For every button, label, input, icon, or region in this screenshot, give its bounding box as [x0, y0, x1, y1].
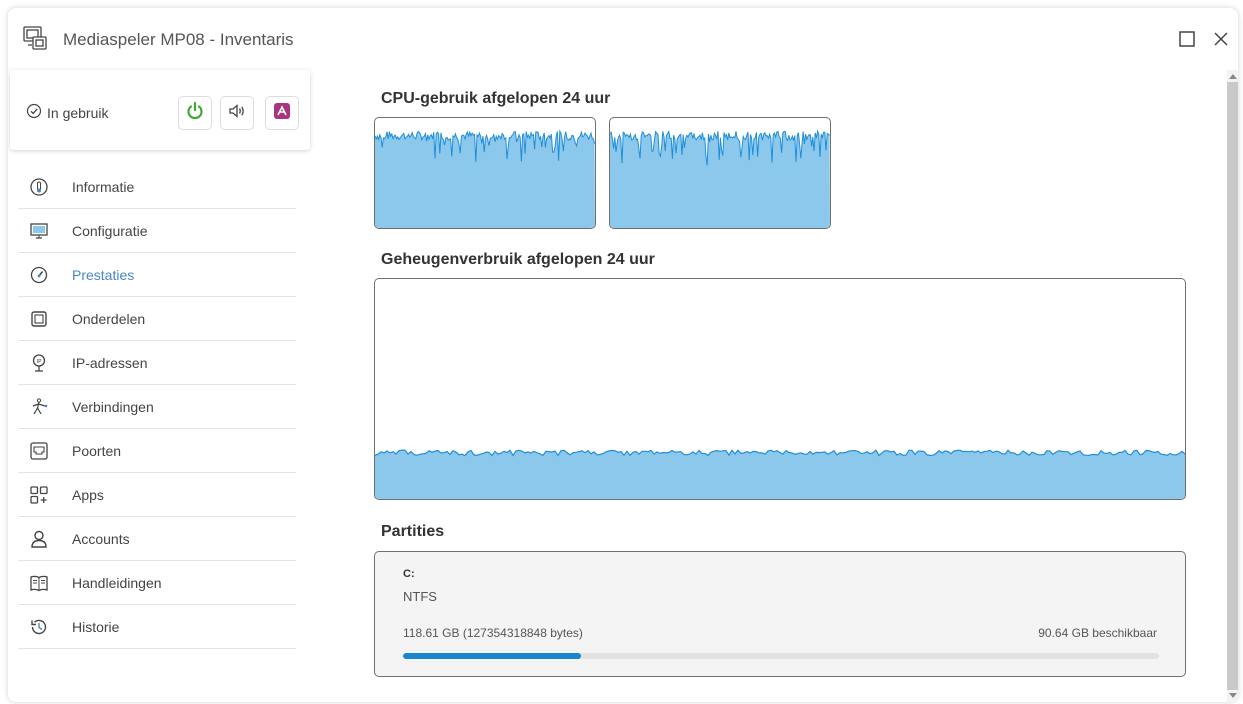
window-title: Mediaspeler MP08 - Inventaris [63, 30, 294, 49]
sidebar-item-configuratie[interactable]: Configuratie [18, 209, 296, 253]
scrollbar-thumb[interactable] [1227, 82, 1238, 690]
sidebar-item-apps[interactable]: Apps [18, 473, 296, 517]
sidebar-item-label: Onderdelen [72, 310, 146, 327]
partition-drive: C: [403, 568, 415, 580]
sidebar-item-label: Apps [72, 486, 104, 503]
maximize-icon[interactable] [1178, 30, 1196, 48]
ip-pin-icon: IP [24, 353, 54, 373]
partitions-section-title: Partities [381, 523, 445, 540]
cpu-chart-2-plot [610, 129, 830, 228]
svg-text:IP: IP [37, 358, 43, 364]
sidebar-item-handleidingen[interactable]: Handleidingen [18, 561, 296, 605]
close-icon[interactable] [1212, 30, 1230, 48]
info-thermometer-icon [24, 177, 54, 197]
partition-free-space: 90.64 GB beschikbaar [1038, 626, 1157, 640]
status-card: In gebruik [10, 70, 310, 150]
memory-chart-area [375, 450, 1185, 499]
sidebar-item-ip-adressen[interactable]: IP IP-adressen [18, 341, 296, 385]
memory-section-title: Geheugenverbruik afgelopen 24 uur [381, 251, 655, 268]
sidebar-item-label: Historie [72, 618, 120, 635]
sidebar-item-verbindingen[interactable]: Verbindingen [18, 385, 296, 429]
sidebar-item-informatie[interactable]: Informatie [18, 165, 296, 209]
scroll-up-icon[interactable] [1229, 74, 1237, 79]
history-icon [24, 617, 54, 637]
sidebar-item-label: Informatie [72, 178, 135, 195]
sidebar-nav: Informatie Configuratie Prestaties Onder… [18, 165, 296, 649]
sidebar-item-onderdelen[interactable]: Onderdelen [18, 297, 296, 341]
power-icon [185, 101, 205, 126]
configuration-icon [24, 221, 54, 241]
user-icon [24, 529, 54, 549]
partition-card: C: NTFS 118.61 GB (127354318848 bytes) 9… [374, 551, 1186, 677]
manual-icon [24, 573, 54, 593]
scroll-down-icon[interactable] [1229, 693, 1237, 698]
speaker-icon [227, 101, 247, 126]
title-bar: Mediaspeler MP08 - Inventaris [8, 8, 1238, 70]
cpu-chart-1-plot [375, 129, 595, 228]
component-icon [24, 309, 54, 329]
media-player-icon [22, 25, 48, 51]
sidebar-item-poorten[interactable]: Poorten [18, 429, 296, 473]
inventory-window: Mediaspeler MP08 - Inventaris In gebruik [8, 8, 1238, 702]
sidebar-item-label: IP-adressen [72, 354, 148, 371]
sidebar-item-historie[interactable]: Historie [18, 605, 296, 649]
connections-icon [24, 397, 54, 417]
sidebar-item-label: Poorten [72, 442, 122, 459]
cpu-chart-2 [609, 117, 831, 229]
sidebar-item-label: Handleidingen [72, 574, 162, 591]
sidebar-item-prestaties[interactable]: Prestaties [18, 253, 296, 297]
cpu-chart-1 [374, 117, 596, 229]
partition-usage-bar [403, 653, 1159, 659]
sidebar-item-accounts[interactable]: Accounts [18, 517, 296, 561]
memory-chart [374, 278, 1186, 500]
remote-support-icon [272, 101, 292, 126]
port-icon [24, 441, 54, 461]
gauge-icon [24, 265, 54, 285]
power-button[interactable] [178, 96, 212, 130]
apps-icon [24, 485, 54, 505]
sound-button[interactable] [220, 96, 254, 130]
remote-support-button[interactable] [265, 96, 299, 130]
vertical-scrollbar[interactable] [1227, 70, 1238, 702]
partition-usage-fill [403, 653, 582, 659]
cpu-section-title: CPU-gebruik afgelopen 24 uur [381, 90, 611, 107]
sidebar-item-label: Configuratie [72, 222, 148, 239]
partition-filesystem: NTFS [403, 589, 437, 604]
check-circle-icon [26, 103, 42, 122]
status-label: In gebruik [47, 104, 109, 121]
sidebar-item-label: Prestaties [72, 266, 135, 283]
sidebar-item-label: Accounts [72, 530, 130, 547]
status-indicator: In gebruik [26, 103, 108, 122]
partition-size: 118.61 GB (127354318848 bytes) [403, 626, 583, 640]
sidebar-item-label: Verbindingen [72, 398, 154, 415]
memory-chart-plot [375, 449, 1185, 499]
